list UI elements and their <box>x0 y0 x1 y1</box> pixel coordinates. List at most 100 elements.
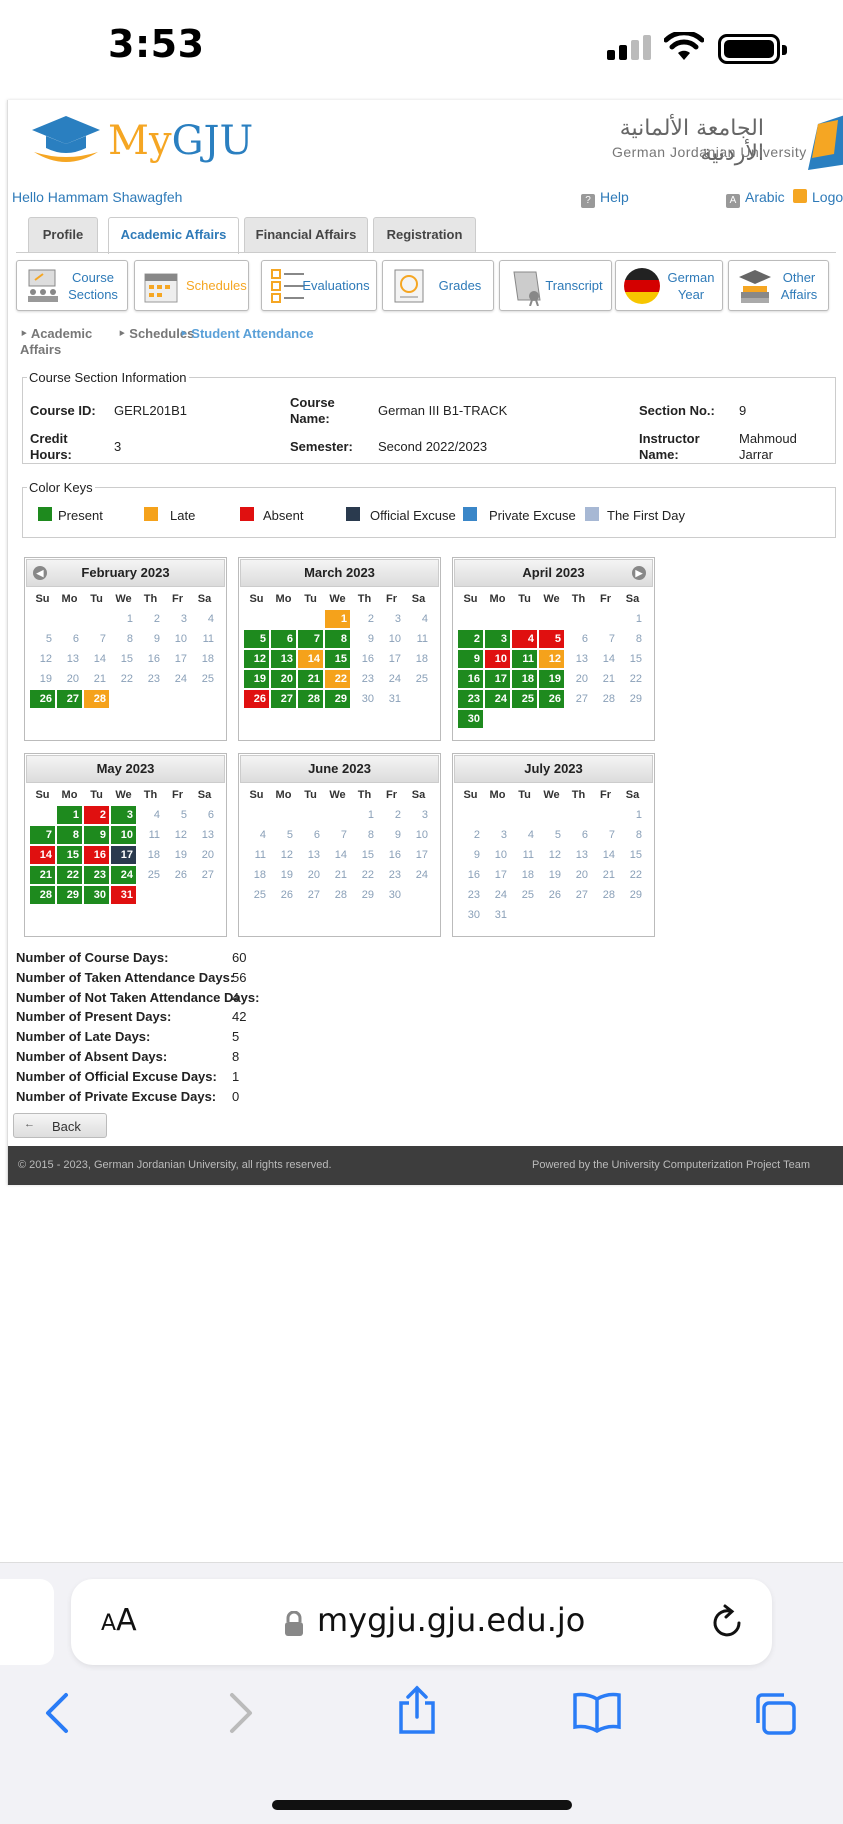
address-bar[interactable]: AA mygju.gju.edu.jo <box>71 1579 772 1665</box>
forward-icon[interactable] <box>226 1691 256 1735</box>
weekday-header: Su <box>35 789 50 801</box>
calendar-day: 14 <box>334 849 347 861</box>
calendar-day: 6 <box>271 630 296 648</box>
calendar-day: 24 <box>388 673 401 685</box>
calendar-day: 26 <box>30 690 55 708</box>
course-sections-button[interactable]: Course Sections <box>16 260 128 311</box>
calendar-day: 27 <box>57 690 82 708</box>
calendar-day: 3 <box>421 809 428 821</box>
tab-financial-affairs[interactable]: Financial Affairs <box>244 217 368 253</box>
summary-value: 4 <box>232 989 240 1005</box>
calendar-day: 24 <box>494 889 507 901</box>
calendar-day: 11 <box>148 829 160 841</box>
logout-link[interactable]: Logo <box>793 189 843 205</box>
other-affairs-button[interactable]: Other Affairs <box>728 260 829 311</box>
calendar-day: 4 <box>207 613 214 625</box>
university-logo-icon <box>808 115 843 170</box>
reader-options-button[interactable]: AA <box>101 1603 137 1638</box>
calendar-day: 13 <box>66 653 79 665</box>
calendar-day: 16 <box>388 849 401 861</box>
prev-month-icon[interactable]: ◀ <box>33 566 47 580</box>
month-title: April 2023 ▶ <box>454 559 653 587</box>
calendar-day: 8 <box>325 630 350 648</box>
calendar-day: 4 <box>153 809 160 821</box>
calendar-day: 17 <box>415 849 428 861</box>
calendar-day: 17 <box>111 846 136 864</box>
calendar-day: 29 <box>629 889 642 901</box>
weekday-header: Sa <box>411 789 426 801</box>
weekday-header: Th <box>143 593 158 605</box>
back-icon[interactable] <box>42 1691 72 1735</box>
url-text: mygju.gju.edu.jo <box>317 1601 586 1639</box>
tab-academic-affairs[interactable]: Academic Affairs <box>108 217 239 254</box>
weekday-header: Tu <box>304 789 317 801</box>
calendar-day: 21 <box>298 670 323 688</box>
calendar-day: 29 <box>629 693 642 705</box>
grades-button[interactable]: Grades <box>382 260 494 311</box>
calendar-day: 4 <box>512 630 537 648</box>
calendar-day: 12 <box>174 829 187 841</box>
calendar-day: 1 <box>635 809 642 821</box>
reload-icon[interactable] <box>709 1603 745 1641</box>
calendar-day: 11 <box>512 650 537 668</box>
calendar-day: 12 <box>280 849 293 861</box>
tab-profile[interactable]: Profile <box>28 217 98 253</box>
calendar-day: 12 <box>548 849 561 861</box>
calendar-day: 29 <box>57 886 82 904</box>
calendar-day: 22 <box>629 869 642 881</box>
calendar-day: 21 <box>602 673 615 685</box>
calendar-day: 1 <box>635 613 642 625</box>
calendar-day: 3 <box>180 613 187 625</box>
calendar-day: 15 <box>629 849 642 861</box>
color-key-label: Present <box>58 508 103 523</box>
calendar-day: 9 <box>367 633 374 645</box>
calendar-day: 14 <box>30 846 55 864</box>
weekday-header: Su <box>249 789 264 801</box>
instructor-value: Mahmoud Jarrar <box>739 431 797 462</box>
calendar-day: 21 <box>93 673 106 685</box>
calendar-day: 8 <box>57 826 82 844</box>
calendar-day: 15 <box>325 650 350 668</box>
calendar-day: 30 <box>467 909 480 921</box>
calendar-day: 11 <box>522 849 534 861</box>
back-button[interactable]: ← Back <box>13 1113 107 1138</box>
calendar-day: 22 <box>120 673 133 685</box>
calendar-day: 24 <box>415 869 428 881</box>
calendar-day: 28 <box>298 690 323 708</box>
calendar-day: 30 <box>388 889 401 901</box>
calendar-day: 6 <box>313 829 320 841</box>
clock: 3:53 <box>108 22 205 66</box>
weekday-header: Th <box>143 789 158 801</box>
status-bar: 3:53 <box>0 0 843 100</box>
breadcrumb-academic-affairs[interactable]: ‣ Academic Affairs <box>20 326 100 358</box>
arabic-link[interactable]: A Arabic <box>726 189 785 208</box>
calendar-day: 2 <box>367 613 374 625</box>
calendar-day: 27 <box>307 889 320 901</box>
weekday-header: Fr <box>172 593 183 605</box>
calendar-day: 21 <box>30 866 55 884</box>
summary-value: 8 <box>232 1049 240 1064</box>
evaluations-button[interactable]: Evaluations <box>261 260 377 311</box>
semester-value: Second 2022/2023 <box>378 439 488 454</box>
help-link[interactable]: ? Help <box>581 189 629 208</box>
share-icon[interactable] <box>396 1685 438 1735</box>
weekday-header: Th <box>571 789 586 801</box>
tabs-icon[interactable] <box>752 1691 798 1737</box>
calendar-day: 16 <box>84 846 109 864</box>
wifi-icon <box>664 32 704 60</box>
transcript-button[interactable]: Transcript <box>499 260 612 311</box>
previous-tab-preview[interactable] <box>0 1579 54 1665</box>
bookmarks-icon[interactable] <box>572 1691 622 1733</box>
calendar-day: 7 <box>298 630 323 648</box>
schedules-button[interactable]: Schedules <box>134 260 249 311</box>
tab-registration[interactable]: Registration <box>373 217 476 253</box>
site-logo[interactable]: MyGJU <box>108 118 253 164</box>
calendar-day: 19 <box>39 673 52 685</box>
weekday-header: We <box>543 593 560 605</box>
month-title: June 2023 <box>240 755 439 783</box>
next-month-icon[interactable]: ▶ <box>632 566 646 580</box>
summary-label: Number of Absent Days: <box>16 1049 168 1064</box>
calendar-day: 19 <box>280 869 293 881</box>
summary-label: Number of Taken Attendance Days: <box>16 969 235 985</box>
german-year-button[interactable]: German Year <box>615 260 723 311</box>
